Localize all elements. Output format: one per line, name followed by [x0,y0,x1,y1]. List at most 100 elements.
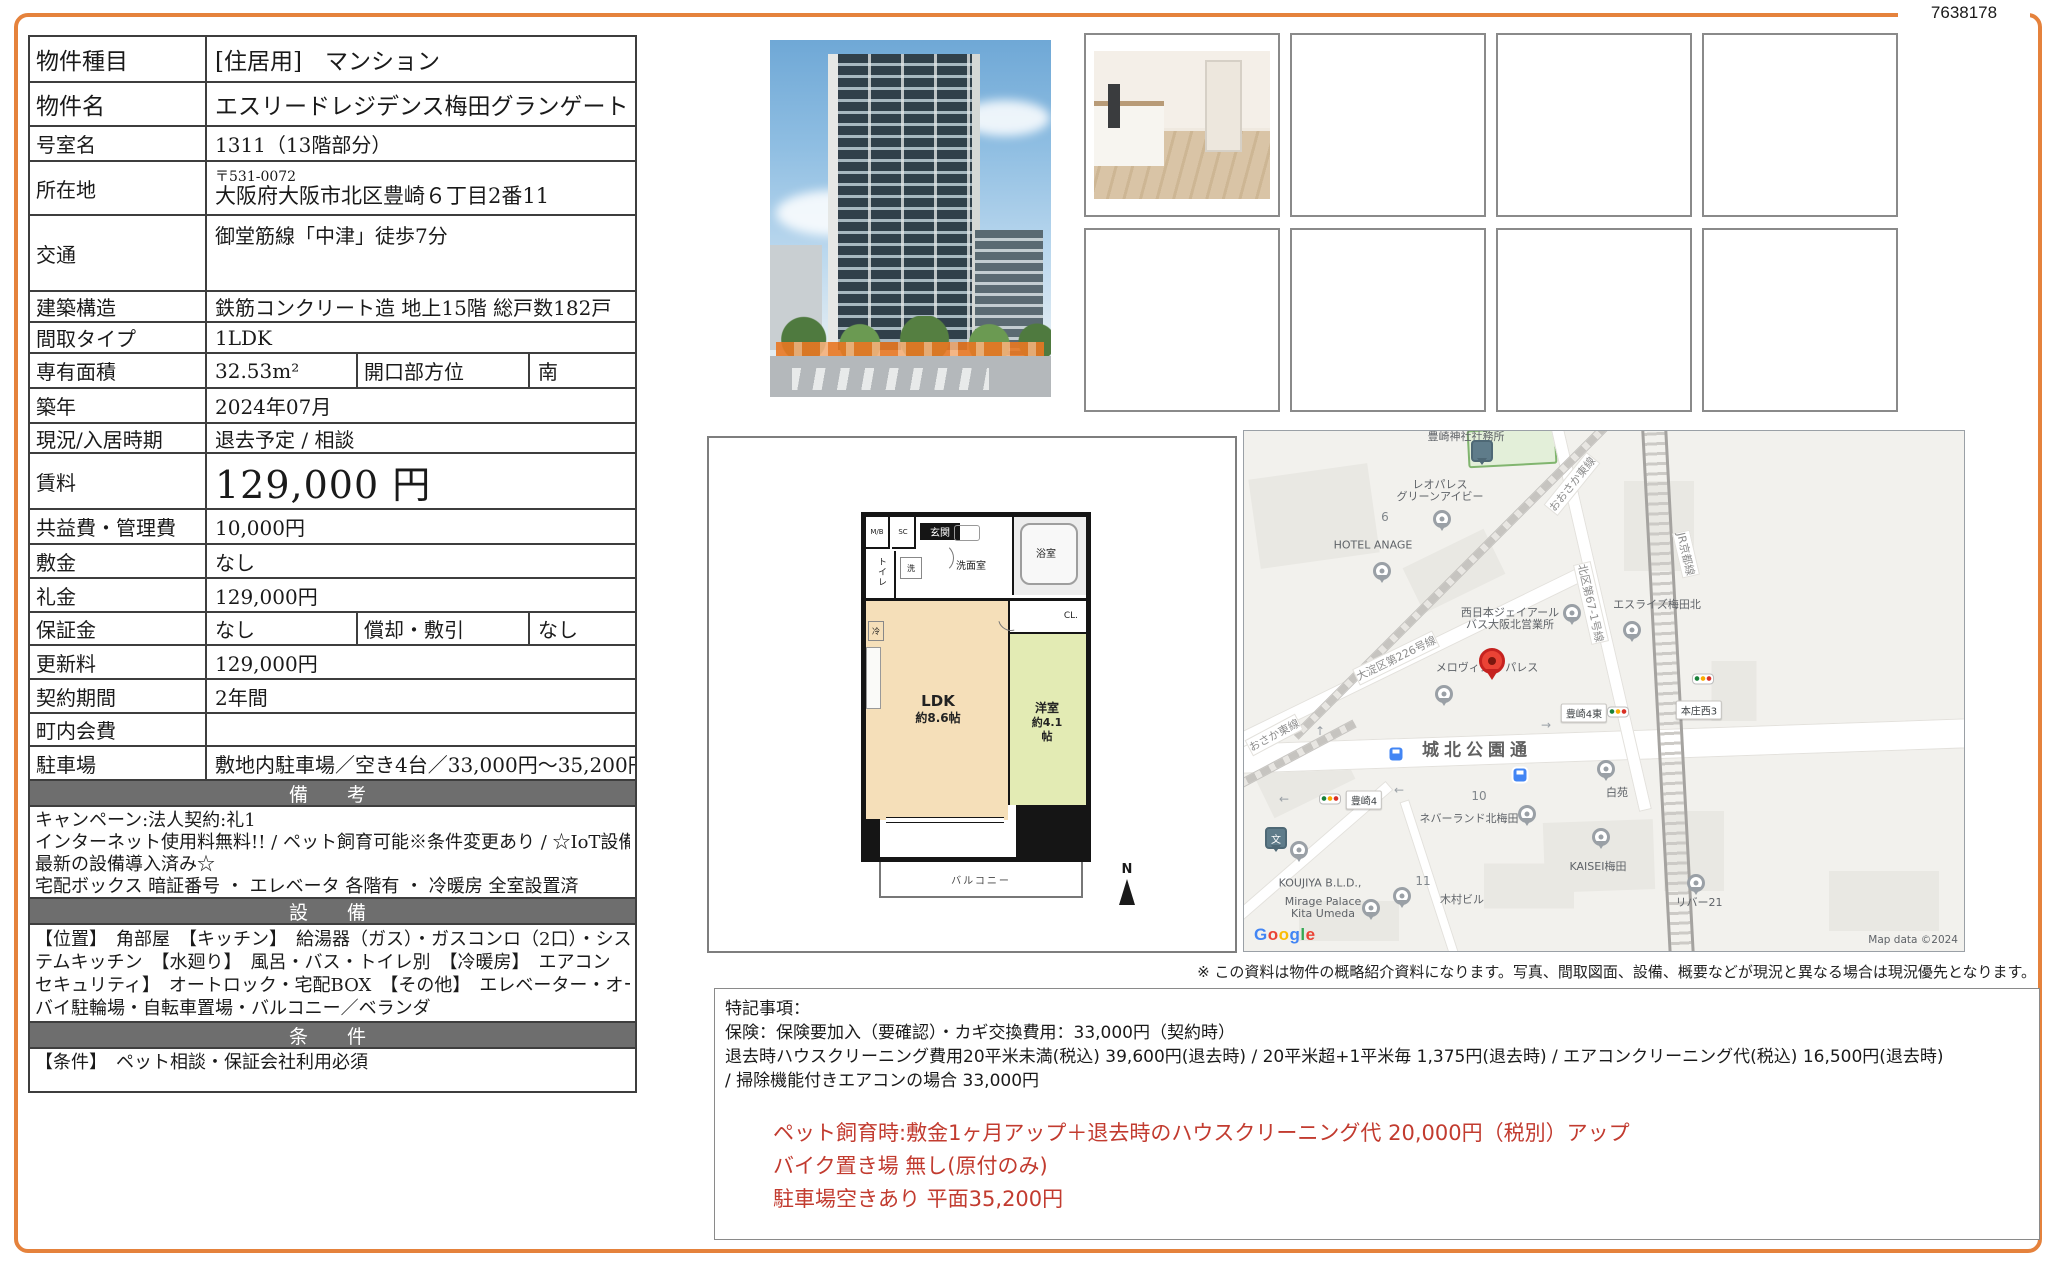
photo-building-exterior [770,40,1051,397]
toilet-label: トイレ [876,557,886,587]
row-contract-period: 契約期間 2年間 [30,678,635,712]
map-pin-gray [1592,828,1610,846]
map-label: HOTEL ANAGE [1333,538,1413,552]
special-notes-line: / 掃除機能付きエアコンの場合 33,000円 [725,1071,1040,1091]
kitchen-counter [1094,101,1165,167]
google-logo-letter: o [1267,925,1279,944]
field-value-2: なし [538,618,578,642]
fridge-space: 冷 [868,621,884,641]
field-value: 2年間 [215,685,268,710]
address-text: 大阪府大阪市北区豊崎６丁目2番11 [215,184,550,209]
map-pin-gray [1362,899,1380,917]
field-label: 賃料 [30,454,207,508]
equipment-line: バイ駐輪場・自転車置場・バルコニー／ベランダ [35,998,431,1019]
map-label: ← [1393,783,1405,797]
postal-code: 〒531-0072 [215,168,297,185]
closet-label: CL. [1063,611,1078,621]
map-pin-shrine [1471,440,1493,462]
field-label: 町内会費 [30,714,207,745]
map-pin-gray [1597,760,1615,778]
photo-kitchen-box [1084,33,1280,217]
row-structure: 建築構造 鉄筋コンクリート造 地上15階 総戸数182戸 [30,290,635,321]
row-address: 所在地 〒531-0072 大阪府大阪市北区豊崎６丁目2番11 [30,160,635,214]
map-pin-gray [1433,510,1451,528]
western-size: 約4.1帖 [1031,715,1063,743]
map-label: → [1540,718,1552,732]
western-name: 洋室 [1034,700,1059,715]
field-label: 交通 [30,216,207,290]
conditions-line: 【条件】 ペット相談・保証会社利用必須 [35,1052,368,1073]
map-label: ← [1278,792,1290,806]
row-guarantee-deposit: 保証金 なし 償却・敷引 なし [30,611,635,644]
ldk-size: 約8.6帖 [915,710,961,725]
map-pin-gray [1623,621,1641,639]
equipment-line: 【位置】 角部屋 【キッチン】 給湯器（ガス）・ガスコンロ（2口）・シス [35,929,630,950]
field-label: 共益費・管理費 [30,510,207,543]
rent-amount: 129,000 円 [215,462,432,507]
map-label: Mirage Palace Kita Umeda [1284,895,1362,920]
field-label: 物件種目 [30,37,207,81]
map-label: レオパレス グリーンアイビー [1396,478,1484,503]
red-note-line: バイク置き場 無し(原付のみ) [773,1154,1048,1178]
map-pin-gray [1393,887,1411,905]
map-attribution: Map data ©2024 [1868,934,1958,946]
room-door [1204,59,1242,152]
map-label: 豊崎4東 [1560,703,1608,723]
field-value [207,714,635,745]
remarks-line: 最新の設備導入済み☆ [35,854,215,875]
field-label-2: 償却・敷引 [356,613,530,644]
property-flyer-page: 7638178 物件種目 [住居用] マンション 物件名 エスリードレジデンス梅… [0,0,2056,1265]
equipment-text: 【位置】 角部屋 【キッチン】 給湯器（ガス）・ガスコンロ（2口）・シス テムキ… [30,923,635,1021]
field-value: 退去予定 / 相談 [215,427,355,452]
disclaimer-text: ※ この資料は物件の概略紹介資料になります。写真、間取図面、設備、概要などが現況… [1197,963,2036,981]
map-label: KOUJIYA B.L.D., [1278,876,1362,890]
map-label: 豊崎神社社務所 [1427,430,1505,443]
meter-box: M/B [866,517,890,549]
ldk-name: LDK [921,692,955,711]
remarks-text: キャンペーン:法人契約:礼1 インターネット使用料無料!! / ペット飼育可能※… [30,805,635,897]
row-management-fee: 共益費・管理費 10,000円 [30,508,635,543]
map-label: 西日本ジェイアール バス大阪北営業所 [1460,606,1560,631]
map-canvas: Google Map data ©2024 豊崎神社社務所レオパレス グリーンア… [1243,430,1965,952]
photo-placeholder-box [1496,33,1692,217]
field-value: 32.53m² [215,358,300,383]
row-parking: 駐車場 敷地内駐車場／空き4台／33,000円～35,200円 [30,745,635,779]
field-label: 現況/入居時期 [30,424,207,452]
field-value: なし [215,550,255,575]
row-neighborhood-fee: 町内会費 [30,712,635,745]
document-number: 7638178 [1898,0,2030,31]
google-logo-letter: e [1305,925,1316,944]
conditions-text: 【条件】 ペット相談・保証会社利用必須 [30,1047,635,1091]
field-value: 1311（13階部分） [215,133,392,157]
field-label: 契約期間 [30,680,207,712]
field-value: 1LDK [215,325,272,350]
field-label: 間取タイプ [30,323,207,352]
bus-stop-icon [1389,747,1403,761]
sink-fixture [954,525,980,541]
construction-barrier [776,342,1044,356]
field-label: 号室名 [30,127,207,160]
balcony: バルコニー [879,862,1083,898]
special-notes-line: 特記事項： [725,999,810,1019]
map-label: 11 [1415,874,1431,888]
photo-placeholder-box [1084,228,1280,412]
row-rent: 賃料 129,000 円 [30,452,635,508]
map-pin-gray [1435,685,1453,703]
photo-placeholder-box [1290,33,1486,217]
field-label: 敷金 [30,545,207,577]
shoe-closet: SC [892,517,916,549]
kitchen-dark-panel [1108,83,1121,128]
map-pin-gray [1563,604,1581,622]
photo-placeholder-box [1702,33,1898,217]
field-value: 2024年07月 [215,395,332,419]
google-logo: Google [1254,925,1316,945]
photo-kitchen [1094,51,1270,199]
row-room-number: 号室名 1311（13階部分） [30,125,635,160]
row-deposit: 敷金 なし [30,543,635,577]
row-property-type: 物件種目 [住居用] マンション [30,37,635,81]
map-label: 豊崎4 [1345,790,1383,810]
row-built-year: 築年 2024年07月 [30,387,635,422]
special-notes-line: 退去時ハウスクリーニング費用20平米未満(税込) 39,600円(退去時) / … [725,1047,1944,1067]
field-value: 129,000円 [215,584,318,609]
photo-placeholder-box [1290,228,1486,412]
